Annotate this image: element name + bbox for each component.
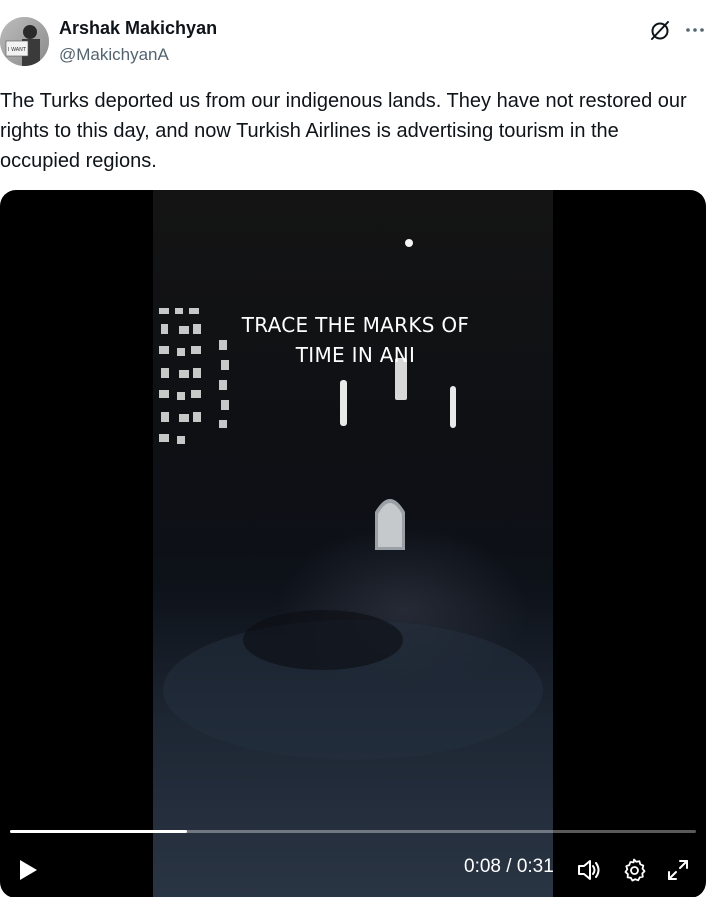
progress-fill bbox=[10, 830, 187, 833]
video-frame[interactable] bbox=[153, 190, 553, 897]
fullscreen-icon bbox=[668, 860, 688, 880]
tweet-header: I WANT Arshak Makichyan @MakichyanA bbox=[0, 0, 706, 80]
duration: 0:31 bbox=[516, 856, 554, 877]
grok-icon[interactable] bbox=[648, 18, 672, 42]
progress-bar[interactable] bbox=[10, 830, 696, 833]
gear-icon bbox=[624, 858, 646, 882]
avatar-image: I WANT bbox=[0, 17, 49, 66]
fullscreen-button[interactable] bbox=[666, 858, 690, 882]
avatar-sign-text: I WANT bbox=[8, 47, 27, 53]
overlay-line-2: TIME IN ANI bbox=[295, 343, 416, 367]
avatar[interactable]: I WANT bbox=[0, 17, 49, 66]
tweet: I WANT Arshak Makichyan @MakichyanA The … bbox=[0, 0, 706, 897]
play-button[interactable] bbox=[16, 858, 40, 882]
video-player[interactable]: TRACE THE MARKS OF TIME IN ANI 0:08 / 0:… bbox=[0, 190, 706, 897]
play-icon bbox=[20, 860, 37, 880]
volume-icon bbox=[578, 860, 600, 880]
settings-button[interactable] bbox=[621, 857, 647, 883]
more-icon[interactable] bbox=[683, 18, 706, 42]
video-overlay-text: TRACE THE MARKS OF TIME IN ANI bbox=[153, 310, 558, 370]
tweet-text: The Turks deported us from our indigenou… bbox=[0, 90, 687, 172]
overlay-line-1: TRACE THE MARKS OF bbox=[241, 313, 470, 337]
video-time: 0:08 / 0:31 bbox=[464, 856, 554, 878]
video-scene bbox=[159, 239, 543, 760]
time-separator: / bbox=[506, 856, 517, 877]
author-handle[interactable]: @MakichyanA bbox=[59, 45, 169, 65]
current-time: 0:08 bbox=[464, 856, 501, 877]
author-name[interactable]: Arshak Makichyan bbox=[59, 18, 217, 39]
volume-button[interactable] bbox=[576, 857, 602, 883]
